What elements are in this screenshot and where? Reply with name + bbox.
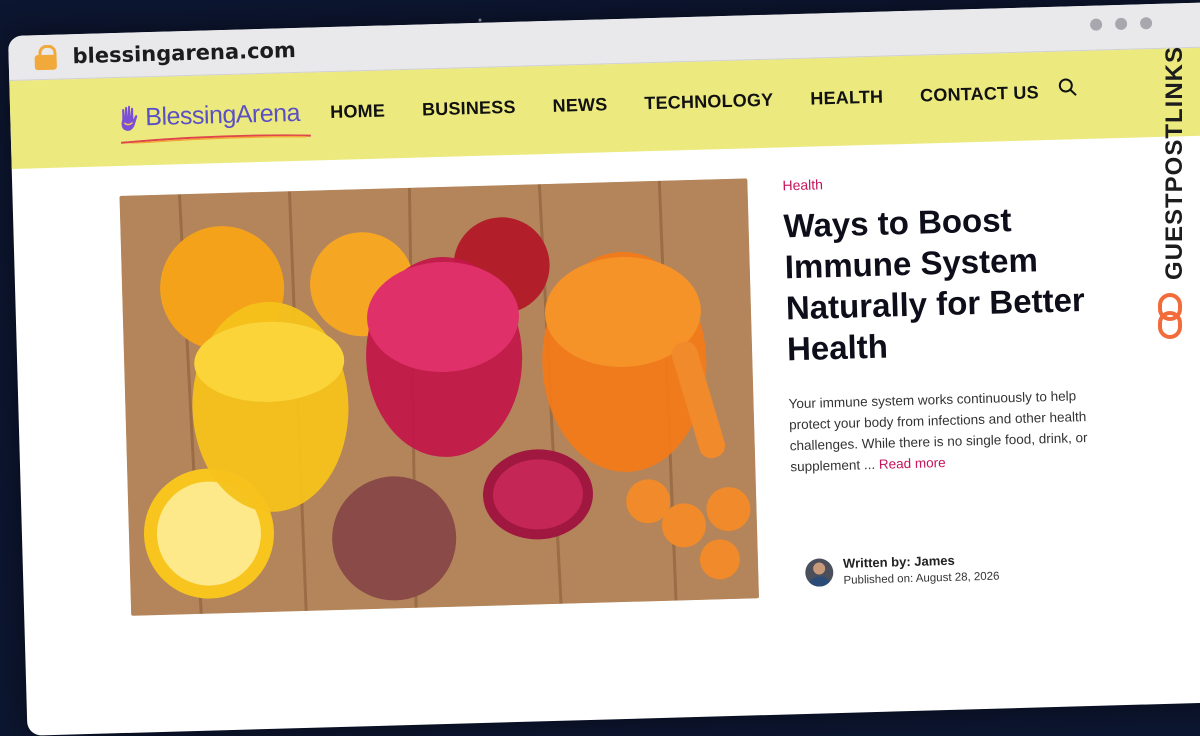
nav-news[interactable]: NEWS [552, 94, 607, 117]
featured-image[interactable] [119, 178, 759, 616]
url-text[interactable]: blessingarena.com [72, 38, 296, 68]
nav-business[interactable]: BUSINESS [422, 97, 516, 121]
author-block: Written by: James Published on: August 2… [804, 552, 1000, 588]
read-more-link[interactable]: Read more [879, 455, 946, 472]
main-content: Health Ways to Boost Immune System Natur… [12, 135, 1200, 729]
window-dot[interactable] [1114, 17, 1128, 31]
juice-photo [119, 178, 759, 616]
search-icon[interactable] [1058, 77, 1079, 98]
nav-home[interactable]: HOME [330, 101, 385, 124]
window-controls [1089, 17, 1153, 31]
window-dot[interactable] [1139, 17, 1153, 30]
avatar[interactable] [804, 557, 834, 587]
logo-swoosh [120, 134, 311, 144]
guestpostlinks-watermark: GUESTPOSTLINKS [1158, 46, 1188, 339]
published-date: Published on: August 28, 2026 [843, 570, 1000, 587]
logo-text: BlessingArena [144, 98, 301, 132]
hand-logo-icon [121, 105, 138, 131]
watermark-text: GUESTPOSTLINKS [1161, 46, 1188, 280]
lock-icon [34, 44, 57, 71]
window-dot[interactable] [1089, 18, 1103, 31]
nav-health[interactable]: HEALTH [810, 87, 883, 110]
category-link[interactable]: Health [782, 169, 1102, 193]
article-card: Health Ways to Boost Immune System Natur… [782, 169, 1110, 478]
nav-contact-us[interactable]: CONTACT US [920, 82, 1039, 106]
link-icon [1158, 293, 1182, 339]
nav-technology[interactable]: TECHNOLOGY [644, 90, 774, 115]
main-nav: HOME BUSINESS NEWS TECHNOLOGY HEALTH CON… [330, 82, 1039, 123]
site-logo[interactable]: BlessingArena [118, 98, 311, 144]
author-name[interactable]: Written by: James [843, 552, 999, 571]
browser-window: blessingarena.com BlessingArena HOME BUS… [8, 1, 1200, 736]
article-excerpt: Your immune system works continuously to… [788, 385, 1090, 477]
article-title[interactable]: Ways to Boost Immune System Naturally fo… [783, 196, 1107, 369]
